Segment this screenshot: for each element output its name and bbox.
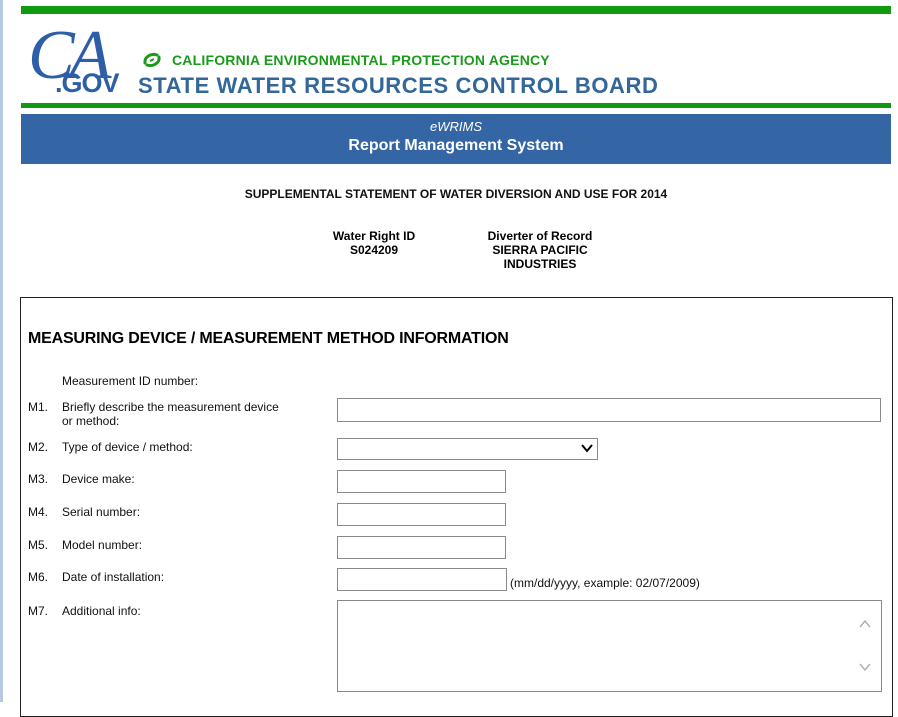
m2-label: M2. Type of device / method: bbox=[28, 440, 193, 454]
m4-number: M4. bbox=[28, 505, 49, 519]
agency-name: CALIFORNIA ENVIRONMENTAL PROTECTION AGEN… bbox=[172, 52, 550, 68]
measurement-id-label: Measurement ID number: bbox=[62, 374, 199, 388]
board-name: STATE WATER RESOURCES CONTROL BOARD bbox=[138, 73, 659, 98]
m4-label: M4. Serial number: bbox=[28, 505, 140, 519]
diverter-of-record-block: Diverter of Record SIERRA PACIFIC INDUST… bbox=[472, 229, 608, 271]
m6-number: M6. bbox=[28, 570, 49, 584]
diverter-name-line2: INDUSTRIES bbox=[503, 257, 577, 271]
water-right-id-value: S024209 bbox=[349, 243, 399, 257]
m7-label: M7. Additional info: bbox=[28, 604, 141, 618]
header-top-rule bbox=[21, 6, 891, 14]
m5-number: M5. bbox=[28, 538, 49, 552]
m7-additional-info-textarea[interactable] bbox=[337, 600, 882, 692]
m2-device-type-select[interactable] bbox=[337, 438, 598, 460]
m6-label: M6. Date of installation: bbox=[28, 570, 164, 584]
m1-label-text: Briefly describe the measurement device bbox=[62, 400, 279, 414]
m6-date-format-hint: (mm/dd/yyyy, example: 02/07/2009) bbox=[510, 576, 700, 590]
m4-label-text: Serial number: bbox=[62, 505, 141, 519]
m1-description-input[interactable] bbox=[337, 398, 881, 422]
m5-label: M5. Model number: bbox=[28, 538, 142, 552]
diverter-label: Diverter of Record bbox=[487, 229, 593, 243]
chevron-down-icon bbox=[581, 444, 593, 453]
m2-number: M2. bbox=[28, 440, 49, 454]
chevron-down-icon[interactable] bbox=[858, 662, 872, 672]
app-banner: eWRIMS Report Management System bbox=[21, 114, 891, 164]
m5-model-number-input[interactable] bbox=[337, 536, 506, 559]
chevron-up-icon[interactable] bbox=[858, 619, 872, 629]
m7-label-text: Additional info: bbox=[62, 604, 141, 618]
statement-title: SUPPLEMENTAL STATEMENT OF WATER DIVERSIO… bbox=[244, 187, 668, 201]
water-right-id-label: Water Right ID bbox=[332, 229, 416, 243]
section-title: MEASURING DEVICE / MEASUREMENT METHOD IN… bbox=[28, 330, 509, 347]
m6-installation-date-input[interactable] bbox=[337, 568, 507, 591]
m6-label-text: Date of installation: bbox=[62, 570, 165, 584]
water-right-id-block: Water Right ID S024209 bbox=[316, 229, 432, 257]
window-left-edge bbox=[0, 0, 3, 702]
m7-number: M7. bbox=[28, 604, 49, 618]
m3-device-make-input[interactable] bbox=[337, 470, 506, 493]
m1-label-text-2: or method: bbox=[62, 414, 120, 428]
m1-number: M1. bbox=[28, 400, 49, 414]
banner-subtitle: eWRIMS bbox=[430, 119, 482, 134]
banner-title: Report Management System bbox=[348, 137, 564, 154]
m5-label-text: Model number: bbox=[62, 538, 143, 552]
m2-label-text: Type of device / method: bbox=[62, 440, 193, 454]
logo-gov-text: .GOV bbox=[55, 68, 120, 98]
m3-number: M3. bbox=[28, 472, 49, 486]
header-bottom-rule bbox=[21, 103, 891, 108]
leaf-circle-icon bbox=[143, 53, 161, 67]
m3-label-text: Device make: bbox=[62, 472, 135, 486]
m3-label: M3. Device make: bbox=[28, 472, 135, 486]
diverter-name-line1: SIERRA PACIFIC bbox=[492, 243, 588, 257]
m1-label: M1. Briefly describe the measurement devi… bbox=[28, 400, 279, 428]
m4-serial-number-input[interactable] bbox=[337, 503, 506, 526]
